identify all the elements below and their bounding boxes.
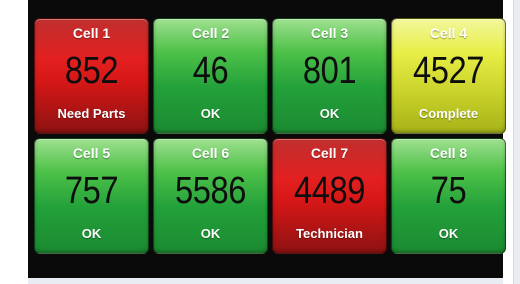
cell-tile-4[interactable]: Cell 4 4527 Complete bbox=[391, 18, 506, 134]
cell-status: OK bbox=[81, 226, 102, 241]
cell-title: Cell 6 bbox=[191, 145, 230, 161]
cell-count: 757 bbox=[64, 170, 119, 212]
cell-title: Cell 5 bbox=[72, 145, 111, 161]
cell-title: Cell 2 bbox=[191, 25, 230, 41]
cell-title: Cell 3 bbox=[310, 25, 349, 41]
cell-status: OK bbox=[319, 106, 340, 121]
cell-tile-1[interactable]: Cell 1 852 Need Parts bbox=[34, 18, 149, 134]
bottom-border bbox=[28, 278, 503, 284]
cell-title: Cell 8 bbox=[429, 145, 468, 161]
cell-tile-7[interactable]: Cell 7 4489 Technician bbox=[272, 138, 387, 254]
dashboard-screen: Cell 1 852 Need Parts Cell 2 46 OK Cell … bbox=[28, 0, 506, 278]
cell-status: Complete bbox=[418, 106, 479, 121]
cell-tile-3[interactable]: Cell 3 801 OK bbox=[272, 18, 387, 134]
cell-status: OK bbox=[438, 226, 459, 241]
cell-status: Technician bbox=[296, 226, 363, 241]
cell-count: 801 bbox=[302, 50, 357, 92]
cell-count: 852 bbox=[64, 50, 119, 92]
cell-tile-8[interactable]: Cell 8 75 OK bbox=[391, 138, 506, 254]
window-frame: Cell 1 852 Need Parts Cell 2 46 OK Cell … bbox=[0, 0, 520, 284]
cell-tile-6[interactable]: Cell 6 5586 OK bbox=[153, 138, 268, 254]
cell-grid: Cell 1 852 Need Parts Cell 2 46 OK Cell … bbox=[34, 18, 506, 254]
cell-title: Cell 1 bbox=[72, 25, 111, 41]
cell-tile-5[interactable]: Cell 5 757 OK bbox=[34, 138, 149, 254]
cell-title: Cell 7 bbox=[310, 145, 349, 161]
cell-tile-2[interactable]: Cell 2 46 OK bbox=[153, 18, 268, 134]
cell-count: 4527 bbox=[412, 50, 484, 92]
cell-count: 75 bbox=[430, 170, 467, 212]
cell-count: 4489 bbox=[293, 170, 365, 212]
cell-count: 5586 bbox=[174, 170, 246, 212]
cell-status: OK bbox=[200, 106, 221, 121]
cell-count: 46 bbox=[192, 50, 229, 92]
cell-status: OK bbox=[200, 226, 221, 241]
cell-title: Cell 4 bbox=[429, 25, 468, 41]
cell-status: Need Parts bbox=[57, 106, 126, 121]
side-border bbox=[513, 0, 520, 284]
